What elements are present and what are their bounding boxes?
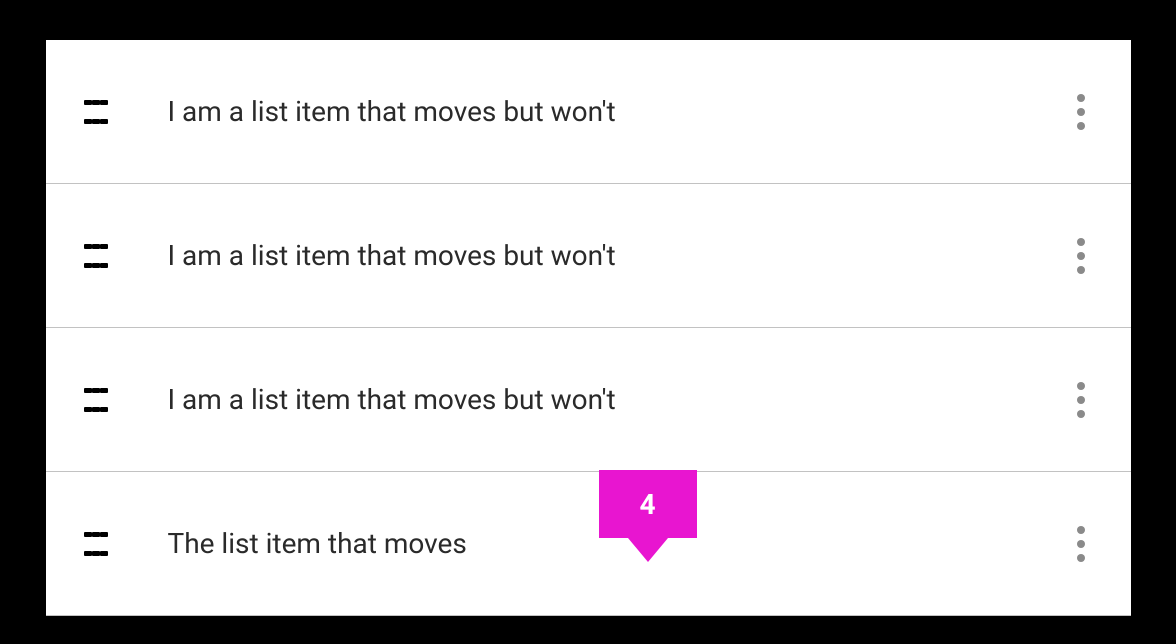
more-vertical-icon <box>1077 238 1085 246</box>
list-item: I am a list item that moves but won't <box>46 328 1131 472</box>
more-vertical-icon <box>1077 382 1085 390</box>
reorderable-list: I am a list item that moves but won't I … <box>46 40 1131 616</box>
list-item-label: I am a list item that moves but won't <box>168 239 1069 272</box>
more-vertical-icon <box>1077 94 1085 102</box>
list-item: I am a list item that moves but won't <box>46 184 1131 328</box>
list-item: I am a list item that moves but won't <box>46 40 1131 184</box>
drag-handle-icon[interactable] <box>84 532 108 556</box>
annotation-badge: 4 <box>599 470 697 538</box>
drag-handle-icon[interactable] <box>84 100 108 124</box>
list-item: The list item that moves <box>46 472 1131 616</box>
more-options-button[interactable] <box>1069 94 1093 130</box>
drag-handle-icon[interactable] <box>84 388 108 412</box>
more-vertical-icon <box>1077 526 1085 534</box>
annotation-marker: 4 <box>599 470 697 562</box>
more-options-button[interactable] <box>1069 526 1093 562</box>
annotation-arrow-icon <box>628 538 668 562</box>
annotation-number: 4 <box>639 488 655 521</box>
more-options-button[interactable] <box>1069 382 1093 418</box>
drag-handle-icon[interactable] <box>84 244 108 268</box>
list-item-label: I am a list item that moves but won't <box>168 383 1069 416</box>
list-item-label: I am a list item that moves but won't <box>168 95 1069 128</box>
more-options-button[interactable] <box>1069 238 1093 274</box>
